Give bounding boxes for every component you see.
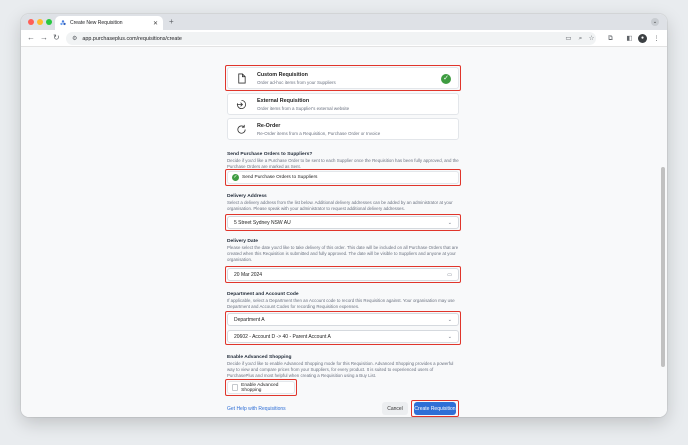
help-link[interactable]: Get Help with Requisitions (227, 406, 286, 412)
tab-title: Create New Requisition (70, 20, 123, 26)
delivery-date-description: Please select the date you'd like to tak… (227, 245, 459, 262)
address-bar[interactable]: ⚙ app.purchaseplus.com/requisitions/crea… (66, 32, 596, 45)
send-po-heading: Send Purchase Orders to Suppliers? (227, 152, 313, 157)
site-settings-icon[interactable]: ⚙ (72, 35, 77, 42)
purchaseplus-logo-icon (60, 20, 66, 26)
option-subtitle: Re-Order items from a Requisition, Purch… (257, 131, 381, 136)
option-re-order[interactable]: Re-Order Re-Order items from a Requisiti… (227, 118, 459, 140)
department-description: If applicable, select a Department then … (227, 298, 455, 309)
reload-icon[interactable]: ↻ (53, 33, 60, 42)
tab-search-chevron-icon[interactable]: ⌄ (651, 18, 659, 26)
cast-icon[interactable]: ▭ (564, 34, 573, 43)
close-window-button[interactable] (28, 19, 34, 25)
url-text: app.purchaseplus.com/requisitions/create (82, 35, 182, 42)
browser-tab[interactable]: Create New Requisition ✕ (55, 16, 163, 30)
profile-avatar[interactable]: ● (638, 34, 647, 43)
page-content: Custom Requisition Order ad-hoc items fr… (21, 47, 667, 417)
highlight-delivery-date (225, 266, 461, 283)
delivery-address-heading: Delivery Address (227, 194, 267, 199)
cancel-button[interactable]: Cancel (382, 402, 408, 415)
side-panel-icon[interactable]: ◧ (625, 34, 634, 43)
highlight-custom-requisition (225, 65, 461, 91)
forward-arrow-icon[interactable]: → (40, 33, 48, 42)
new-tab-button[interactable]: + (169, 17, 174, 26)
highlight-send-po (225, 169, 461, 186)
delivery-address-description: Select a delivery address from the list … (227, 200, 453, 211)
zoom-icon[interactable]: ⌕ (576, 34, 585, 43)
minimize-window-button[interactable] (37, 19, 43, 25)
maximize-window-button[interactable] (46, 19, 52, 25)
browser-toolbar: ← → ↻ ⚙ app.purchaseplus.com/requisition… (21, 30, 667, 47)
extensions-icon[interactable]: ⧉ (606, 34, 615, 43)
highlight-advanced-shopping (225, 379, 297, 396)
external-arrow-icon (236, 99, 247, 110)
browser-window: Create New Requisition ✕ + ⌄ ← → ↻ ⚙ app… (21, 14, 667, 417)
highlight-create-button (411, 400, 459, 417)
option-subtitle: Order items from a Supplier's external w… (257, 106, 350, 111)
advanced-shopping-description: Decide if you'd like to enable Advanced … (227, 361, 454, 378)
advanced-shopping-heading: Enable Advanced Shopping (227, 355, 292, 360)
delivery-date-heading: Delivery Date (227, 239, 258, 244)
bookmark-star-icon[interactable]: ☆ (587, 34, 596, 43)
menu-kebab-icon[interactable]: ⋮ (652, 34, 661, 43)
back-arrow-icon[interactable]: ← (27, 33, 35, 42)
department-heading: Department and Account Code (227, 292, 299, 297)
close-tab-icon[interactable]: ✕ (153, 20, 158, 27)
refresh-icon (237, 124, 246, 134)
page-scrollbar[interactable] (661, 167, 665, 367)
highlight-delivery-address (225, 214, 461, 231)
option-title: Re-Order (257, 123, 281, 129)
tab-bar: Create New Requisition ✕ + ⌄ (21, 14, 667, 30)
highlight-department-account (225, 311, 461, 345)
option-title: External Requisition (257, 98, 310, 104)
option-external-requisition[interactable]: External Requisition Order items from a … (227, 93, 459, 115)
